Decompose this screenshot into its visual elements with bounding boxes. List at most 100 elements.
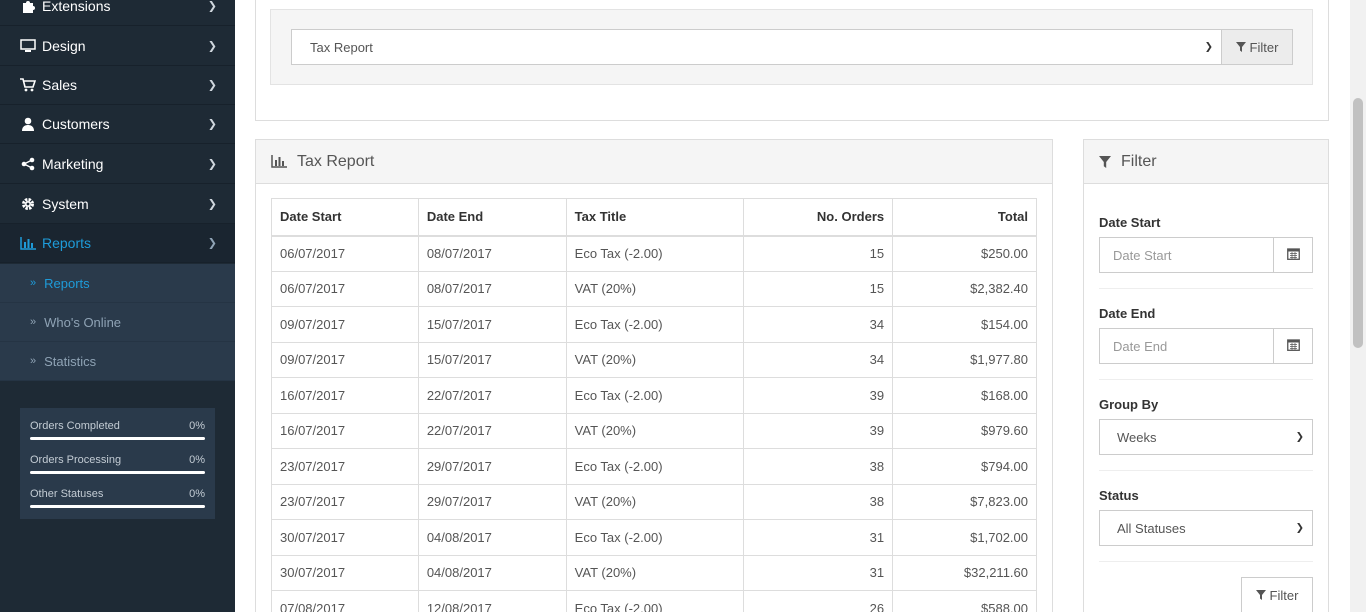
sidebar-item-label: Reports xyxy=(42,235,92,251)
report-panel-heading: Tax Report xyxy=(256,140,1052,184)
puzzle-icon xyxy=(20,0,36,14)
status-select[interactable]: All Statuses ❯ xyxy=(1099,510,1313,546)
sidebar-item-sales[interactable]: Sales ❯ xyxy=(0,66,235,105)
date-start-calendar-button[interactable] xyxy=(1273,237,1313,273)
table-cell: $2,382.40 xyxy=(892,270,1037,307)
sidebar-item-extensions[interactable]: Extensions ❯ xyxy=(0,0,235,26)
table-cell: VAT (20%) xyxy=(565,412,745,449)
sidebar-item-system[interactable]: System ❯ xyxy=(0,185,235,224)
scrollbar-thumb[interactable] xyxy=(1353,98,1363,348)
column-header: Date End xyxy=(417,198,567,237)
cart-icon xyxy=(20,77,36,93)
date-start-label: Date Start xyxy=(1099,215,1161,230)
page-scrollbar[interactable] xyxy=(1350,0,1366,612)
report-type-select[interactable]: Tax Report ❯ xyxy=(291,29,1222,65)
sidebar-item-label: Sales xyxy=(42,77,78,93)
table-cell: 08/07/2017 xyxy=(417,235,567,272)
progress-bar xyxy=(30,437,205,440)
stat-label: Other Statuses xyxy=(30,488,104,500)
divider xyxy=(1099,470,1313,471)
table-cell: 08/07/2017 xyxy=(417,270,567,307)
table-cell: 16/07/2017 xyxy=(271,412,419,449)
submenu-item-whos-online[interactable]: » Who's Online xyxy=(0,303,235,342)
table-row: 06/07/2017 08/07/2017 Eco Tax (-2.00) 15 $25… xyxy=(271,235,1037,272)
table-cell: VAT (20%) xyxy=(565,341,745,378)
report-title: Tax Report xyxy=(297,152,375,170)
sidebar-item-label: System xyxy=(42,196,89,212)
table-cell: $32,211.60 xyxy=(892,554,1037,591)
progress-bar xyxy=(30,505,205,508)
group-by-select[interactable]: Weeks ❯ xyxy=(1099,419,1313,455)
sidebar-item-label: Design xyxy=(42,38,86,54)
group-by-value: Weeks xyxy=(1117,429,1157,445)
chevron-right-icon: ❯ xyxy=(207,40,217,53)
apply-filter-button[interactable]: Filter xyxy=(1241,577,1313,612)
table-cell: 34 xyxy=(743,306,894,343)
table-cell: 22/07/2017 xyxy=(417,412,567,449)
chevron-right-icon: ❯ xyxy=(207,198,217,211)
table-cell: $794.00 xyxy=(892,448,1037,485)
filter-icon xyxy=(1255,588,1266,603)
table-cell: 39 xyxy=(743,412,894,449)
chevron-right-icon: ❯ xyxy=(207,158,217,171)
table-row: 30/07/2017 04/08/2017 VAT (20%) 31 $32,211.6… xyxy=(271,554,1037,591)
divider xyxy=(1099,561,1313,562)
table-row: 16/07/2017 22/07/2017 Eco Tax (-2.00) 39 $16… xyxy=(271,377,1037,414)
table-cell: 15/07/2017 xyxy=(417,306,567,343)
chevron-right-icon: ❯ xyxy=(207,0,217,13)
sidebar-item-marketing[interactable]: Marketing ❯ xyxy=(0,145,235,184)
date-end-calendar-button[interactable] xyxy=(1273,328,1313,364)
group-by-label: Group By xyxy=(1099,397,1159,412)
sidebar-item-customers[interactable]: Customers ❯ xyxy=(0,105,235,144)
table-cell: 09/07/2017 xyxy=(271,306,419,343)
sidebar-item-reports[interactable]: Reports ❯ xyxy=(0,224,235,263)
table-cell: 15/07/2017 xyxy=(417,341,567,378)
table-cell: 34 xyxy=(743,341,894,378)
date-end-input[interactable]: Date End xyxy=(1099,328,1274,364)
stat-label: Orders Completed xyxy=(30,420,120,432)
chevron-down-icon: ❯ xyxy=(1295,522,1304,534)
table-cell: 15 xyxy=(743,270,894,307)
stat-orders-completed: Orders Completed 0% xyxy=(30,418,205,452)
sidebar-item-label: Customers xyxy=(42,116,110,132)
report-type-value: Tax Report xyxy=(310,39,373,55)
report-filter-button[interactable]: Filter xyxy=(1221,29,1293,65)
column-header: Total xyxy=(892,198,1037,237)
table-cell: 23/07/2017 xyxy=(271,448,419,485)
calendar-icon xyxy=(1286,247,1300,263)
table-cell: Eco Tax (-2.00) xyxy=(565,377,745,414)
table-cell: 30/07/2017 xyxy=(271,519,419,556)
column-header: No. Orders xyxy=(743,198,894,237)
gear-icon xyxy=(20,196,36,212)
sidebar-item-design[interactable]: Design ❯ xyxy=(0,27,235,66)
column-header: Date Start xyxy=(271,198,419,237)
double-chevron-icon: » xyxy=(30,355,37,367)
table-cell: Eco Tax (-2.00) xyxy=(565,235,745,272)
table-cell: 12/08/2017 xyxy=(417,590,567,612)
stat-value: 0% xyxy=(189,420,205,432)
table-row: 07/08/2017 12/08/2017 Eco Tax (-2.00) 26 $58… xyxy=(271,590,1037,612)
submenu-item-label: Who's Online xyxy=(44,314,122,330)
date-start-input[interactable]: Date Start xyxy=(1099,237,1274,273)
table-cell: 06/07/2017 xyxy=(271,235,419,272)
calendar-icon xyxy=(1286,338,1300,354)
table-cell: 30/07/2017 xyxy=(271,554,419,591)
submenu-item-reports[interactable]: » Reports xyxy=(0,264,235,303)
table-cell: $979.60 xyxy=(892,412,1037,449)
chevron-right-icon: ❯ xyxy=(207,118,217,131)
table-cell: 26 xyxy=(743,590,894,612)
table-row: 23/07/2017 29/07/2017 VAT (20%) 38 $7,823.00 xyxy=(271,483,1037,520)
table-cell: $1,702.00 xyxy=(892,519,1037,556)
date-end-label: Date End xyxy=(1099,306,1156,321)
submenu-item-statistics[interactable]: » Statistics xyxy=(0,342,235,381)
table-cell: 22/07/2017 xyxy=(417,377,567,414)
filter-title: Filter xyxy=(1121,152,1157,170)
table-cell: $1,977.80 xyxy=(892,341,1037,378)
column-header: Tax Title xyxy=(565,198,745,237)
stat-value: 0% xyxy=(189,488,205,500)
button-label: Filter xyxy=(1269,587,1299,603)
table-cell: 16/07/2017 xyxy=(271,377,419,414)
table-row: 23/07/2017 29/07/2017 Eco Tax (-2.00) 38 $79… xyxy=(271,448,1037,485)
submenu-item-label: Reports xyxy=(44,275,90,291)
table-cell: VAT (20%) xyxy=(565,270,745,307)
